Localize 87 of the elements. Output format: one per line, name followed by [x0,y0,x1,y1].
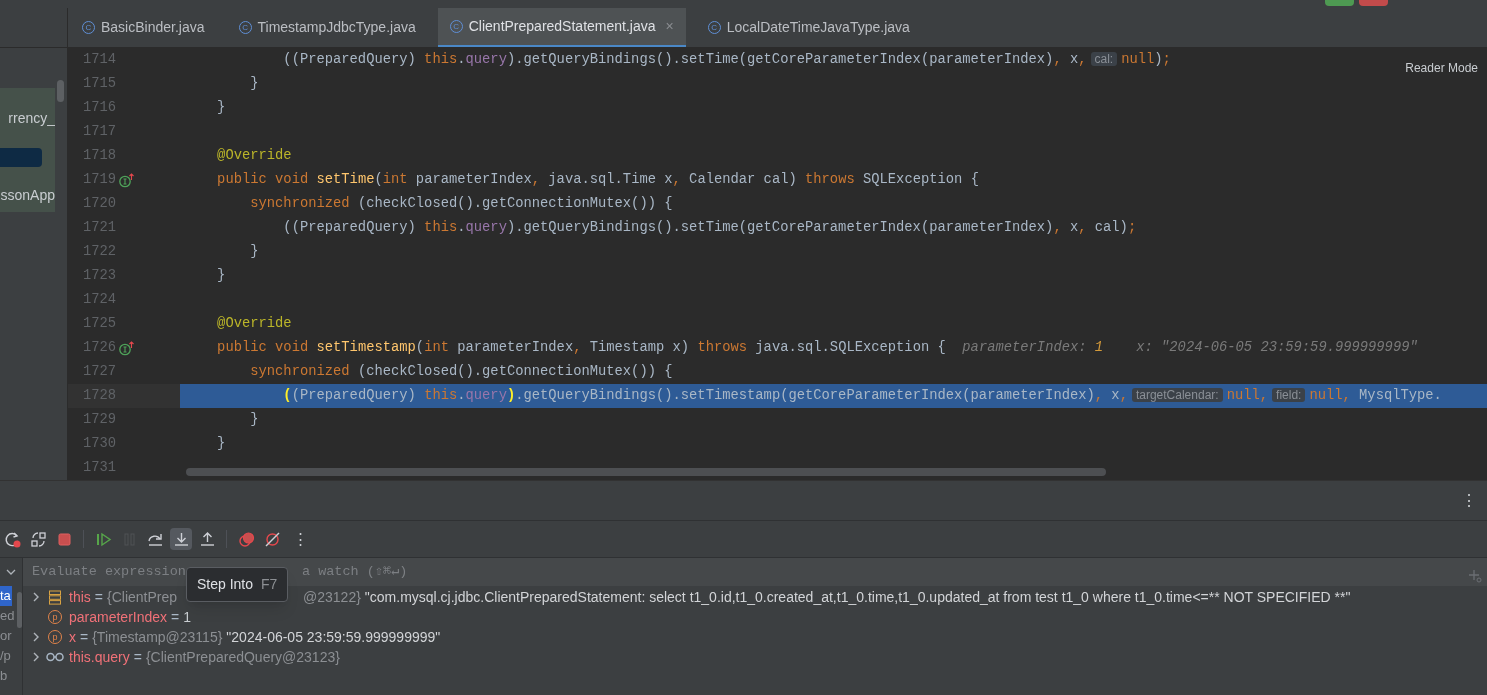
variable-value: 1 [183,607,192,627]
code-line: } [216,266,226,285]
variable-type: @23122} [303,587,361,607]
stack-icon [48,589,62,605]
line-number: 1721 [81,218,116,237]
editor-tab[interactable]: C LocalDateTimeJavaType.java [695,8,922,47]
code-line: public void setTime(int parameterIndex, java.sql.Time x, Calendar cal) throws SQLException { [216,170,979,189]
horizontal-scrollbar-thumb[interactable] [186,468,1106,476]
code-line: @Override [216,314,292,333]
line-number: 1714 [81,50,116,69]
resume-icon [94,530,112,548]
variable-value: "com.mysql.cj.jdbc.ClientPreparedStatement: select t1_0.id,t1_0.created_at,t1_0.time,t1_0.updated_at from test t1_0 where t1_0.time<=** NOT SPECIFIED **" [364,587,1351,607]
breakpoints-icon [237,530,255,548]
chevron-right-icon[interactable] [31,592,41,602]
code-line: } [216,434,226,453]
equals-sign: = [171,607,180,627]
line-number: 1727 [81,362,116,381]
line-number: 1725 [81,314,116,333]
variable-value: "2024-06-05 23:59:59.999999999" [226,627,441,647]
project-tree-item[interactable]: ssonApp [0,185,55,205]
line-number: 1731 [81,458,116,477]
equals-sign: = [94,587,103,607]
stack-frame[interactable]: ta [0,586,12,606]
line-number: 1726 [81,338,116,357]
reader-mode-link[interactable]: Reader Mode [1405,61,1478,75]
more-icon[interactable]: ⋮ [1461,488,1477,513]
line-number: 1722 [81,242,116,261]
code-line: } [249,410,259,429]
parameter-hint: cal: [1090,51,1118,66]
mute-breakpoints-icon [263,530,281,548]
tab-label: ClientPreparedStatement.java [468,17,656,36]
step-into-icon [172,530,190,548]
restore-layout-icon [29,530,47,548]
editor-tab[interactable]: C TimestampJdbcType.java [226,8,428,47]
step-out-icon [198,530,216,548]
stack-frame[interactable]: ed [0,606,16,626]
line-number: 1715 [81,74,116,93]
step-into-button[interactable] [170,528,192,550]
line-number: 1719 [81,170,116,189]
variable-name: x [69,627,76,647]
stack-frame[interactable]: b [0,666,9,686]
tab-label: BasicBinder.java [101,18,205,37]
code-line: synchronized (checkClosed().getConnectionMutex()) { [249,362,673,381]
code-line: } [249,74,259,93]
code-line: ((PreparedQuery) this.query).getQueryBindings().setTime(getCoreParameterIndex(parameterIndex), x, cal: null); [282,50,1171,69]
variable-type: {ClientPrep [107,587,178,607]
implements-icon[interactable] [119,340,135,356]
parameter-hint: targetCalendar: [1131,387,1223,402]
code-line: @Override [216,146,292,165]
line-number: 1717 [81,122,116,141]
line-number: 1723 [81,266,116,285]
more-icon[interactable]: ⋮ [293,527,308,551]
tab-label: LocalDateTimeJavaType.java [726,18,910,37]
variable-type: {Timestamp@23115} [92,627,223,647]
code-line: synchronized (checkClosed().getConnectionMutex()) { [249,194,673,213]
stack-frame[interactable]: or [0,626,13,646]
equals-sign: = [133,647,142,667]
line-number: 1720 [81,194,116,213]
implements-icon[interactable] [119,172,135,188]
editor-tab[interactable]: C BasicBinder.java [70,8,217,47]
variable-name: this [69,587,91,607]
tab-label: TimestampJdbcType.java [257,18,416,37]
scrollbar-thumb[interactable] [57,80,64,102]
selection-bar [0,148,42,167]
stop-icon [55,530,73,548]
code-line: ((PreparedQuery) this.query).getQueryBindings().setTimestamp(getCoreParameterIndex(parameterIndex), x, targetCalendar: null, field: null, MysqlType. [282,386,1442,405]
variable-name: parameterIndex [69,607,168,627]
line-number: 1724 [81,290,116,309]
stack-frame[interactable]: /p [0,646,12,666]
parameter-hint: field: [1272,387,1306,402]
scrollbar-thumb[interactable] [17,592,22,628]
line-number: 1730 [81,434,116,453]
rerun-icon [3,530,21,548]
code-line: ((PreparedQuery) this.query).getQueryBindings().setTime(getCoreParameterIndex(parameterIndex), x, cal); [282,218,1137,237]
variable-name: this.query [69,647,130,667]
chevron-down-icon[interactable] [6,568,16,576]
line-number: 1729 [81,410,116,429]
line-number: 1718 [81,146,116,165]
code-line: } [249,242,259,261]
code-line: public void setTimestamp(int parameterIndex, Timestamp x) throws java.sql.SQLException { parameterIndex: 1 x: "2024-06-05 23:59:59.999999999" [216,338,1418,357]
line-number: 1716 [81,98,116,117]
equals-sign: = [80,627,89,647]
project-tree-item[interactable]: rrency_ [0,108,55,128]
editor-tab[interactable]: C ClientPreparedStatement.java × [437,8,686,47]
code-line: } [216,98,226,117]
glasses-icon [46,652,64,662]
variable-type: {ClientPreparedQuery@23123} [145,647,340,667]
